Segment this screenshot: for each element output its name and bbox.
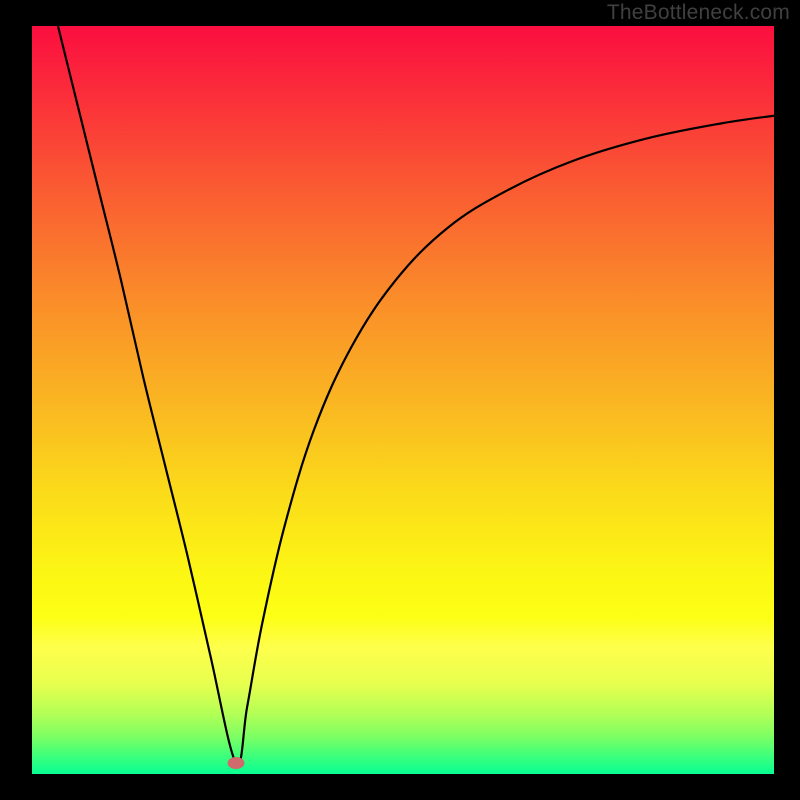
optimal-point-marker <box>228 757 245 769</box>
plot-area <box>32 26 774 774</box>
bottleneck-curve <box>32 26 774 774</box>
chart-frame: TheBottleneck.com <box>0 0 800 800</box>
attribution-text: TheBottleneck.com <box>607 1 790 25</box>
